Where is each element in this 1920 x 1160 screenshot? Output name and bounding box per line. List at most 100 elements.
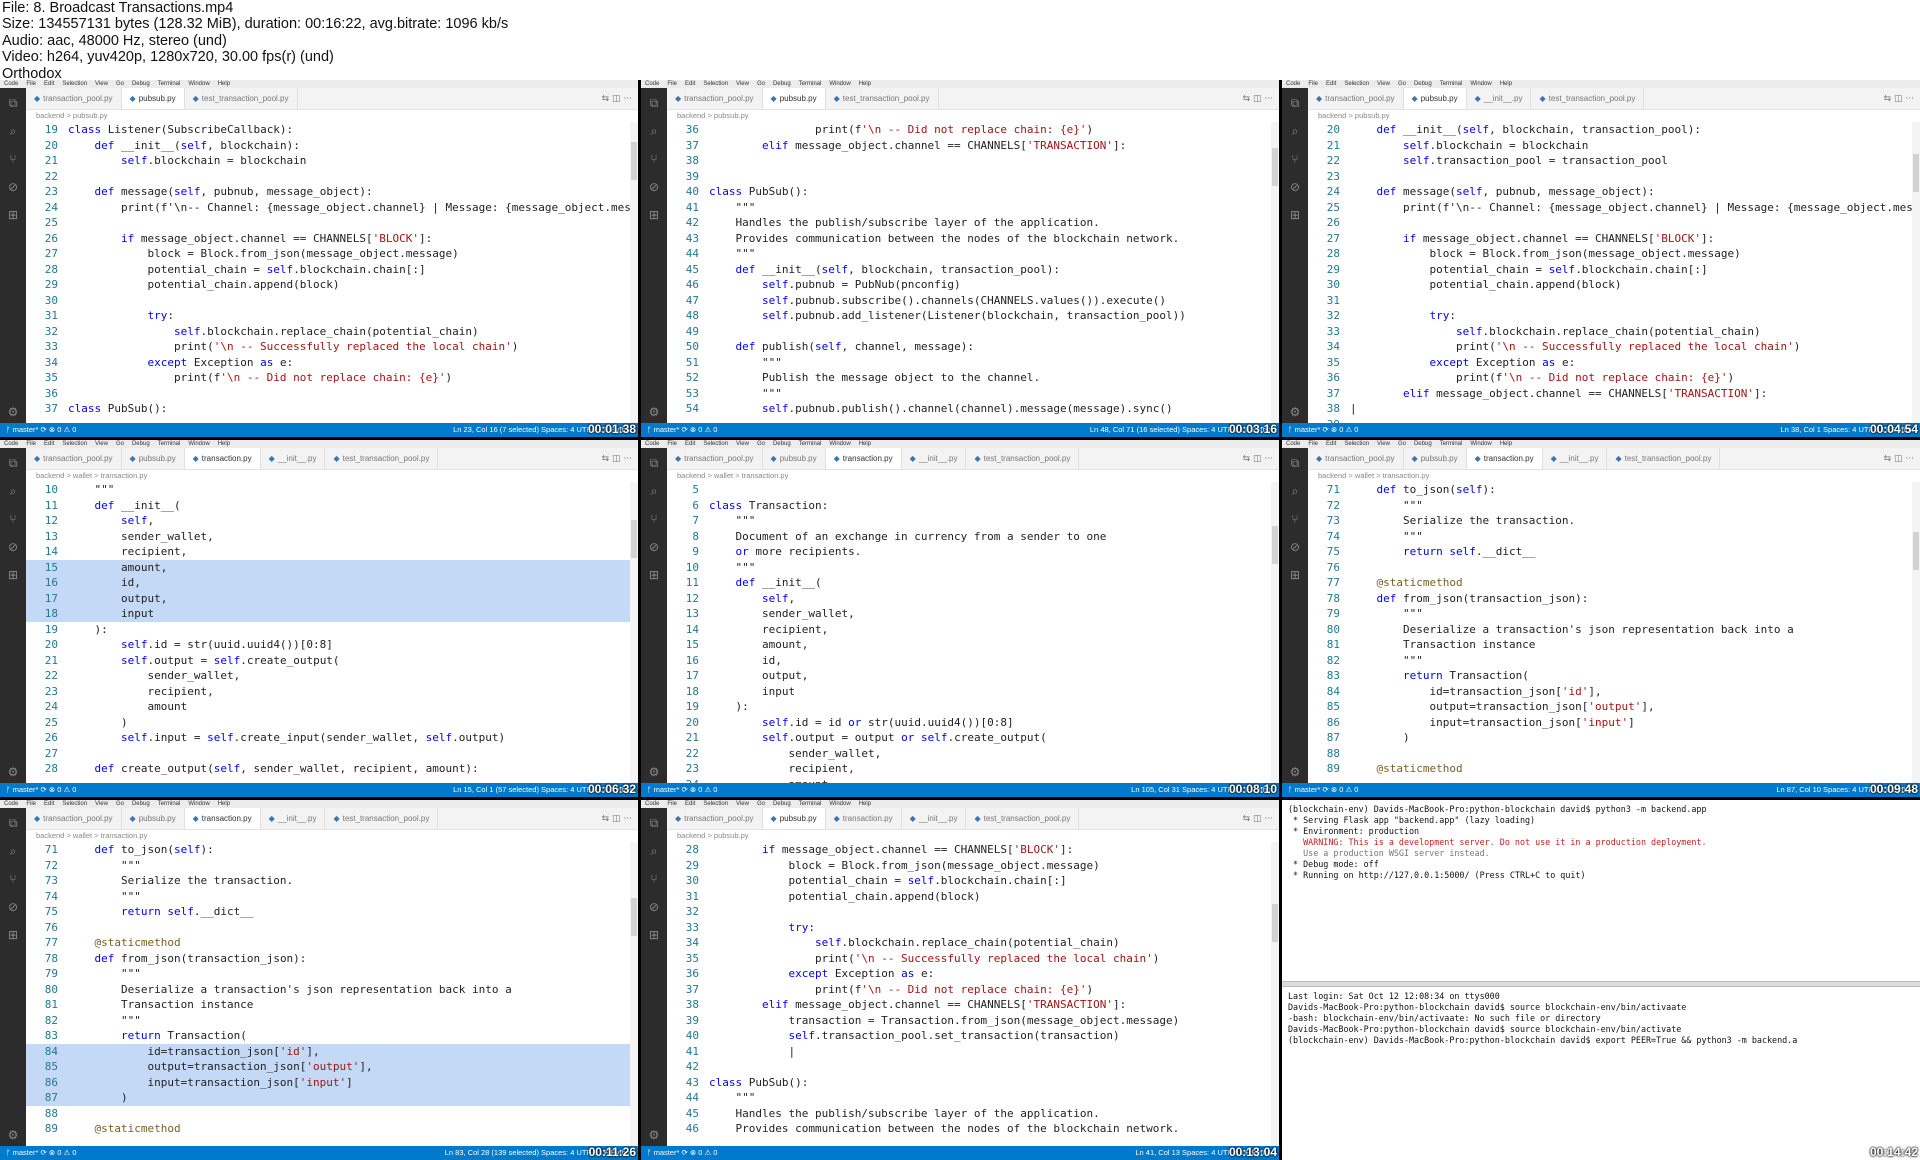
editor-actions[interactable]: ⇆ ◫ ···: [1243, 808, 1273, 830]
menu-item[interactable]: File: [667, 801, 677, 807]
extensions-icon[interactable]: ⊞: [647, 568, 661, 582]
status-branch[interactable]: ᚠ master* ⟳ ⊗ 0 ⚠ 0: [6, 785, 76, 794]
editor-actions[interactable]: ⇆ ◫ ···: [602, 448, 632, 470]
code-editor[interactable]: 36 print(f'\n -- Did not replace chain: …: [667, 122, 1271, 423]
menu-item[interactable]: Window: [188, 81, 209, 87]
search-icon[interactable]: ⌕: [6, 124, 20, 138]
menu-item[interactable]: Debug: [773, 441, 791, 447]
terminal-window[interactable]: (blockchain-env) Davids-MacBook-Pro:pyth…: [1282, 800, 1920, 1160]
code-editor[interactable]: 71 def to_json(self): 72 """ 73 Serialize …: [26, 842, 630, 1146]
debug-icon[interactable]: ⊘: [647, 540, 661, 554]
menu-item[interactable]: View: [95, 801, 108, 807]
code-editor[interactable]: 5 6 class Transaction: 7 """ 8 Document of a…: [667, 482, 1271, 783]
files-icon[interactable]: ⧉: [6, 96, 20, 110]
vertical-scrollbar[interactable]: [1271, 482, 1279, 783]
tab-transactionpy[interactable]: ◆ transaction.py: [184, 448, 261, 469]
menu-item[interactable]: File: [26, 801, 36, 807]
debug-icon[interactable]: ⊘: [6, 180, 20, 194]
scroll-thumb[interactable]: [1272, 904, 1278, 942]
menu-item[interactable]: Help: [218, 801, 230, 807]
menu-item[interactable]: Code: [4, 801, 18, 807]
menu-item[interactable]: Terminal: [158, 441, 181, 447]
status-branch[interactable]: ᚠ master* ⟳ ⊗ 0 ⚠ 0: [1288, 785, 1358, 794]
vertical-scrollbar[interactable]: [1271, 122, 1279, 423]
tab-transactionpy[interactable]: ◆ transaction.py: [184, 808, 261, 829]
extensions-icon[interactable]: ⊞: [1288, 208, 1302, 222]
extensions-icon[interactable]: ⊞: [6, 208, 20, 222]
menu-item[interactable]: File: [26, 81, 36, 87]
tab-pubsubpy[interactable]: ◆ pubsub.py: [763, 448, 826, 469]
tab-test-transaction-poolpy[interactable]: ◆ test_transaction_pool.py: [826, 88, 939, 109]
files-icon[interactable]: ⧉: [1288, 456, 1302, 470]
tab-transaction-poolpy[interactable]: ◆ transaction_pool.py: [26, 88, 122, 109]
menu-item[interactable]: Help: [859, 801, 871, 807]
debug-icon[interactable]: ⊘: [647, 900, 661, 914]
tab---init--py[interactable]: ◆ __init__.py: [902, 448, 967, 469]
tab-test-transaction-poolpy[interactable]: ◆ test_transaction_pool.py: [185, 88, 298, 109]
menu-item[interactable]: Code: [4, 441, 18, 447]
code-editor[interactable]: 20 def __init__(self, blockchain, transa…: [1308, 122, 1912, 423]
tab-test-transaction-poolpy[interactable]: ◆ test_transaction_pool.py: [1531, 88, 1645, 109]
editor-actions[interactable]: ⇆ ◫ ···: [1884, 88, 1914, 110]
menu-item[interactable]: Terminal: [158, 801, 181, 807]
tab-transaction-poolpy[interactable]: ◆ transaction_pool.py: [1308, 88, 1404, 109]
tab-transaction-poolpy[interactable]: ◆ transaction_pool.py: [26, 808, 122, 829]
menu-item[interactable]: Help: [1500, 441, 1512, 447]
code-editor[interactable]: 28 if message_object.channel == CHANNELS…: [667, 842, 1271, 1146]
menu-item[interactable]: View: [736, 81, 749, 87]
source-control-icon[interactable]: ⑂: [6, 872, 20, 886]
menu-item[interactable]: Code: [645, 81, 659, 87]
extensions-icon[interactable]: ⊞: [6, 568, 20, 582]
tab---init--py[interactable]: ◆ __init__.py: [261, 448, 326, 469]
scroll-thumb[interactable]: [631, 142, 637, 180]
tab-pubsubpy[interactable]: ◆ pubsub.py: [122, 808, 185, 829]
menu-item[interactable]: File: [667, 441, 677, 447]
menu-item[interactable]: View: [95, 441, 108, 447]
code-editor[interactable]: 19 class Listener(SubscribeCallback): 20 d…: [26, 122, 630, 423]
menu-item[interactable]: Code: [1286, 441, 1300, 447]
tab-transaction-poolpy[interactable]: ◆ transaction_pool.py: [667, 88, 763, 109]
extensions-icon[interactable]: ⊞: [647, 928, 661, 942]
gear-icon[interactable]: ⚙: [647, 405, 661, 419]
menu-item[interactable]: Debug: [773, 81, 791, 87]
debug-icon[interactable]: ⊘: [6, 540, 20, 554]
source-control-icon[interactable]: ⑂: [1288, 512, 1302, 526]
debug-icon[interactable]: ⊘: [1288, 180, 1302, 194]
menu-item[interactable]: Debug: [132, 81, 150, 87]
menu-item[interactable]: File: [26, 441, 36, 447]
menu-item[interactable]: Code: [4, 81, 18, 87]
extensions-icon[interactable]: ⊞: [6, 928, 20, 942]
status-branch[interactable]: ᚠ master* ⟳ ⊗ 0 ⚠ 0: [647, 425, 717, 434]
vertical-scrollbar[interactable]: [630, 482, 638, 783]
files-icon[interactable]: ⧉: [1288, 96, 1302, 110]
tab-transactionpy[interactable]: ◆ transaction.py: [826, 808, 902, 829]
menu-item[interactable]: Terminal: [799, 81, 822, 87]
menu-item[interactable]: File: [667, 81, 677, 87]
menu-item[interactable]: Debug: [132, 801, 150, 807]
files-icon[interactable]: ⧉: [647, 816, 661, 830]
search-icon[interactable]: ⌕: [647, 844, 661, 858]
menu-item[interactable]: Window: [1470, 441, 1491, 447]
status-branch[interactable]: ᚠ master* ⟳ ⊗ 0 ⚠ 0: [6, 425, 76, 434]
menu-item[interactable]: Debug: [773, 801, 791, 807]
tab-test-transaction-poolpy[interactable]: ◆ test_transaction_pool.py: [1607, 448, 1721, 469]
editor-actions[interactable]: ⇆ ◫ ···: [1243, 448, 1273, 470]
menu-item[interactable]: Selection: [62, 801, 87, 807]
tab-transactionpy[interactable]: ◆ transaction.py: [1466, 448, 1543, 469]
tab-transaction-poolpy[interactable]: ◆ transaction_pool.py: [667, 808, 763, 829]
menu-item[interactable]: Help: [1500, 81, 1512, 87]
menu-item[interactable]: Go: [116, 801, 124, 807]
menu-item[interactable]: Terminal: [158, 81, 181, 87]
search-icon[interactable]: ⌕: [647, 484, 661, 498]
menu-item[interactable]: Selection: [703, 81, 728, 87]
vertical-scrollbar[interactable]: [1271, 842, 1279, 1146]
files-icon[interactable]: ⧉: [647, 96, 661, 110]
editor-actions[interactable]: ⇆ ◫ ···: [1884, 448, 1914, 470]
source-control-icon[interactable]: ⑂: [647, 152, 661, 166]
extensions-icon[interactable]: ⊞: [647, 208, 661, 222]
menu-item[interactable]: Selection: [62, 441, 87, 447]
gear-icon[interactable]: ⚙: [1288, 405, 1302, 419]
menu-item[interactable]: View: [736, 801, 749, 807]
menu-item[interactable]: Edit: [685, 441, 695, 447]
menu-item[interactable]: Help: [859, 441, 871, 447]
